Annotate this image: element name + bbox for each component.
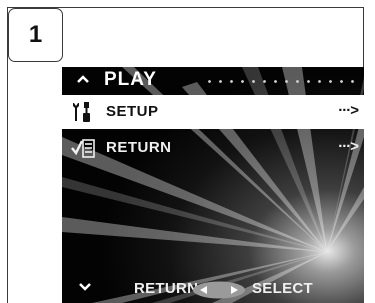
- submenu-arrow-icon: ···>: [338, 102, 359, 119]
- menu-header: PLAY: [62, 67, 364, 95]
- dotted-divider: [204, 80, 362, 83]
- footer-return-hint: RETURN: [134, 280, 199, 297]
- chevron-down-icon[interactable]: [78, 282, 92, 292]
- menu-item-label: RETURN: [106, 139, 172, 156]
- submenu-arrow-icon: ···>: [338, 138, 359, 155]
- menu-item-return[interactable]: RETURN ···>: [62, 131, 364, 165]
- wrench-screwdriver-icon: [73, 102, 90, 122]
- footer-select-hint: SELECT: [252, 280, 313, 297]
- checklist-icon: [71, 139, 95, 158]
- menu-footer: RETURN SELECT: [62, 277, 364, 303]
- left-right-pad-icon: [193, 281, 245, 299]
- camera-lcd-screen: PLAY SETUP ···> RETURN ···> RETURN SELEC…: [62, 67, 364, 303]
- step-number: 1: [28, 21, 43, 48]
- menu-item-setup[interactable]: SETUP ···>: [62, 95, 364, 129]
- chevron-up-icon[interactable]: [76, 74, 90, 84]
- menu-title: PLAY: [104, 69, 157, 90]
- step-badge: 1: [8, 8, 63, 62]
- menu-item-label: SETUP: [106, 103, 159, 120]
